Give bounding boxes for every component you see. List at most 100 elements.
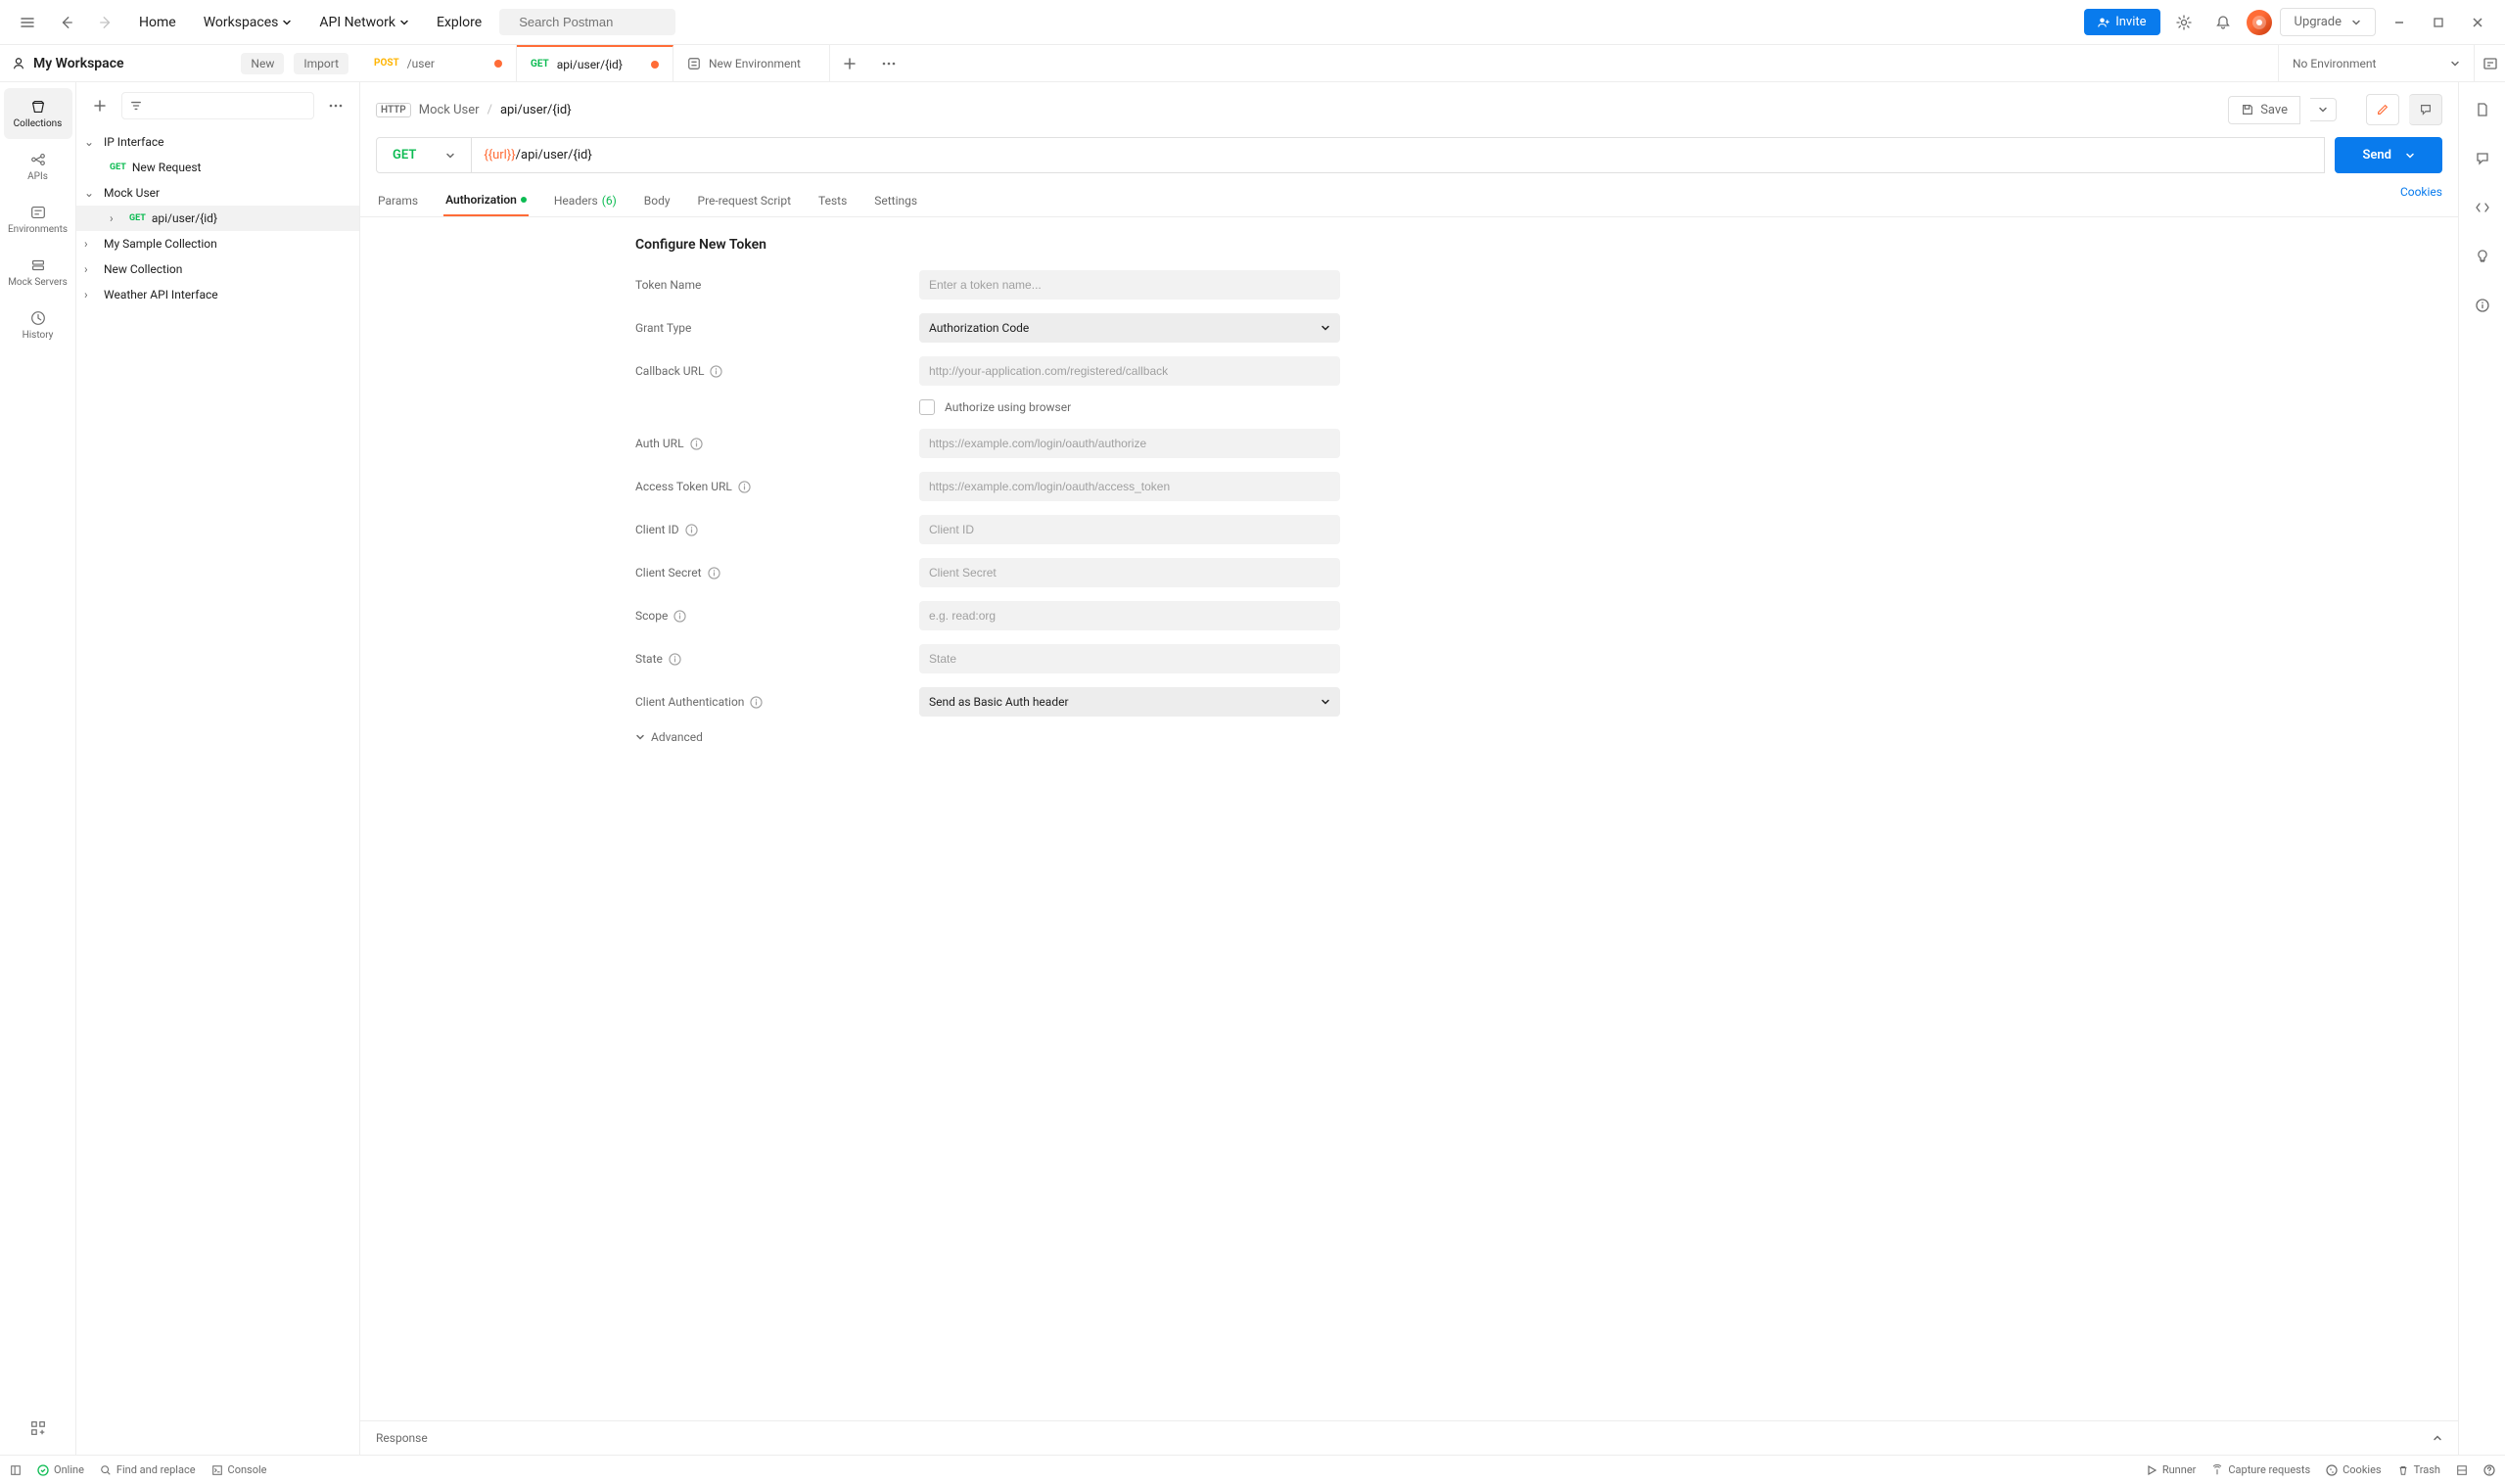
cookies-button[interactable]: Cookies (2326, 1463, 2381, 1476)
tab-headers[interactable]: Headers (6) (552, 185, 619, 216)
info-icon (685, 524, 698, 536)
maximize-button[interactable] (2423, 7, 2454, 38)
grant-type-label: Grant Type (635, 321, 900, 335)
grant-type-select[interactable]: Authorization Code (919, 313, 1340, 343)
environment-quicklook-button[interactable] (2474, 45, 2505, 81)
tab-body[interactable]: Body (642, 185, 673, 216)
tree-new-request[interactable]: GETNew Request (76, 155, 359, 180)
help-icon (2483, 1464, 2495, 1476)
online-status[interactable]: Online (37, 1463, 84, 1476)
console-button[interactable]: Console (211, 1463, 267, 1476)
docs-button[interactable] (2467, 94, 2498, 125)
tree-ip-interface[interactable]: ⌄IP Interface (76, 129, 359, 155)
close-button[interactable] (2462, 7, 2493, 38)
nav-collections[interactable]: Collections (4, 88, 72, 139)
tab-authorization[interactable]: Authorization (443, 185, 529, 216)
nav-mock-servers[interactable]: Mock Servers (4, 247, 72, 298)
tab-new-environment[interactable]: New Environment (673, 45, 830, 81)
sidebar-overflow-button[interactable] (320, 90, 351, 121)
edit-button[interactable] (2366, 94, 2399, 125)
add-tab-button[interactable] (830, 45, 869, 81)
tab-settings[interactable]: Settings (872, 185, 919, 216)
nav-workspaces[interactable]: Workspaces (194, 7, 302, 38)
import-button[interactable]: Import (294, 53, 348, 74)
comment-button[interactable] (2409, 94, 2442, 125)
play-icon (2146, 1464, 2157, 1476)
access-token-url-input[interactable] (919, 472, 1340, 501)
save-button[interactable]: Save (2228, 96, 2300, 124)
url-input[interactable]: {{url}}/api/user/{id} (472, 137, 2325, 173)
layout-button[interactable] (2456, 1464, 2468, 1476)
search-box[interactable] (499, 9, 675, 35)
menu-button[interactable] (12, 7, 43, 38)
find-replace-button[interactable]: Find and replace (100, 1463, 196, 1476)
nav-configure[interactable] (4, 1410, 72, 1447)
tab-get-user-id[interactable]: GET api/user/{id} (517, 45, 673, 81)
new-button[interactable]: New (241, 53, 284, 74)
lightbulb-button[interactable] (2467, 241, 2498, 272)
runner-button[interactable]: Runner (2146, 1463, 2197, 1476)
tab-post-user[interactable]: POST /user (360, 45, 517, 81)
main-panel: HTTP Mock User / api/user/{id} Save GET … (360, 82, 2458, 1455)
tab-prerequest[interactable]: Pre-request Script (696, 185, 793, 216)
auth-panel: Configure New Token Token Name Grant Typ… (360, 217, 2458, 1420)
nav-home[interactable]: Home (129, 7, 186, 38)
nav-environments[interactable]: Environments (4, 194, 72, 245)
help-button[interactable] (2483, 1464, 2495, 1476)
sidebar-toggle-button[interactable] (10, 1464, 22, 1476)
scope-input[interactable] (919, 601, 1340, 630)
code-icon (2475, 200, 2490, 215)
forward-button[interactable] (90, 7, 121, 38)
client-auth-label: Client Authentication (635, 695, 900, 709)
environment-selector[interactable]: No Environment (2278, 45, 2474, 81)
auth-url-input[interactable] (919, 429, 1340, 458)
tree-api-user-id[interactable]: ›GETapi/user/{id} (76, 206, 359, 231)
nav-api-network[interactable]: API Network (309, 7, 419, 38)
comments-button[interactable] (2467, 143, 2498, 174)
antenna-icon (2211, 1464, 2223, 1476)
nav-explore[interactable]: Explore (427, 7, 491, 38)
tree-new-collection[interactable]: ›New Collection (76, 256, 359, 282)
nav-history[interactable]: History (4, 300, 72, 350)
workspace-title[interactable]: My Workspace (12, 56, 231, 71)
back-button[interactable] (51, 7, 82, 38)
invite-button[interactable]: Invite (2084, 9, 2159, 35)
client-auth-select[interactable]: Send as Basic Auth header (919, 687, 1340, 717)
token-name-input[interactable] (919, 270, 1340, 300)
state-input[interactable] (919, 644, 1340, 673)
advanced-toggle[interactable]: Advanced (635, 730, 1340, 744)
response-bar[interactable]: Response (360, 1420, 2458, 1455)
breadcrumb-parent[interactable]: Mock User (419, 103, 480, 117)
client-id-input[interactable] (919, 515, 1340, 544)
upgrade-button[interactable]: Upgrade (2280, 8, 2376, 36)
tree-mock-user[interactable]: ⌄Mock User (76, 180, 359, 206)
callback-url-input[interactable] (919, 356, 1340, 386)
tab-params[interactable]: Params (376, 185, 420, 216)
search-input[interactable] (519, 15, 691, 29)
authorize-browser-checkbox[interactable] (919, 399, 935, 415)
method-select[interactable]: GET (376, 137, 472, 173)
filter-input[interactable] (121, 92, 314, 119)
minimize-button[interactable] (2384, 7, 2415, 38)
tab-overflow-button[interactable] (869, 45, 908, 81)
create-collection-button[interactable] (84, 90, 116, 121)
notifications-button[interactable] (2207, 7, 2239, 38)
settings-button[interactable] (2168, 7, 2200, 38)
nav-apis[interactable]: APIs (4, 141, 72, 192)
save-dropdown-button[interactable] (2310, 98, 2337, 121)
tree-weather[interactable]: ›Weather API Interface (76, 282, 359, 307)
avatar[interactable] (2247, 10, 2272, 35)
code-button[interactable] (2467, 192, 2498, 223)
info-button[interactable] (2467, 290, 2498, 321)
cookies-link[interactable]: Cookies (2400, 185, 2442, 216)
send-button[interactable]: Send (2335, 137, 2442, 173)
tab-tests[interactable]: Tests (816, 185, 849, 216)
capture-button[interactable]: Capture requests (2211, 1463, 2310, 1476)
online-icon (37, 1464, 49, 1476)
client-secret-input[interactable] (919, 558, 1340, 587)
state-label: State (635, 652, 900, 666)
trash-button[interactable]: Trash (2397, 1463, 2440, 1476)
info-icon (708, 567, 720, 580)
tree-my-sample[interactable]: ›My Sample Collection (76, 231, 359, 256)
document-icon (2475, 102, 2490, 117)
